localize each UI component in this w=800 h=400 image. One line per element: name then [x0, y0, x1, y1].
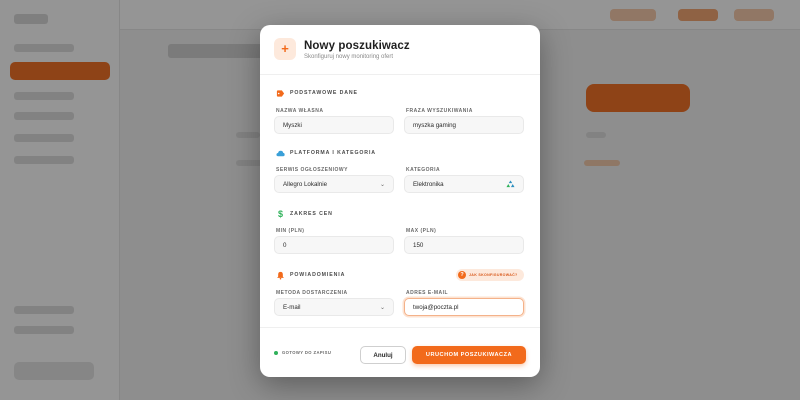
section-basic-header: Podstawowe dane [276, 88, 358, 98]
modal-subtitle: Skonfiguruj nowy monitoring ofert [304, 54, 394, 60]
section-basic-title: Podstawowe dane [290, 90, 358, 96]
phrase-label: Fraza wyszukiwania [406, 108, 473, 114]
method-select[interactable]: E-mail ⌄ [274, 298, 394, 316]
category-select-value: Elektronika [413, 180, 444, 188]
new-seeker-modal: + Nowy poszukiwacz Skonfiguruj nowy moni… [260, 25, 540, 377]
help-link[interactable]: ? Jak skonfigurować? [456, 269, 524, 281]
chevron-down-icon: ⌄ [379, 181, 385, 188]
tag-icon [276, 89, 285, 97]
shapes-icon [506, 180, 515, 188]
bell-icon [277, 271, 284, 280]
status-dot-icon [274, 350, 278, 355]
modal-header: + Nowy poszukiwacz Skonfiguruj nowy moni… [260, 25, 540, 75]
section-price-header: $ Zakres cen [276, 209, 333, 219]
section-platform-header: Platforma i kategoria [276, 148, 376, 158]
phrase-input[interactable] [404, 116, 524, 134]
service-select[interactable]: Allegro Lokalnie ⌄ [274, 175, 394, 193]
chevron-down-icon: ⌄ [379, 304, 385, 311]
name-label: Nazwa własna [276, 108, 324, 114]
method-label: Metoda dostarczenia [276, 290, 348, 296]
service-label: Serwis ogłoszeniowy [276, 167, 348, 173]
service-select-value: Allegro Lokalnie [283, 180, 328, 188]
min-price-input[interactable] [274, 236, 394, 254]
email-input[interactable] [404, 298, 524, 316]
cancel-button[interactable]: Anuluj [360, 346, 406, 364]
category-label: Kategoria [406, 167, 441, 173]
method-select-value: E-mail [283, 303, 301, 311]
help-link-label: Jak skonfigurować? [469, 273, 518, 277]
plus-icon: + [274, 38, 296, 60]
question-icon: ? [458, 271, 466, 279]
modal-footer: Gotowy do zapisu Anuluj Uruchom poszukiw… [260, 327, 540, 377]
cloud-icon [276, 150, 285, 156]
save-status-text: Gotowy do zapisu [282, 350, 332, 355]
category-select[interactable]: Elektronika [404, 175, 524, 193]
modal-title: Nowy poszukiwacz [304, 40, 410, 52]
name-input[interactable] [274, 116, 394, 134]
section-notifications-header: Powiadomienia [276, 270, 345, 280]
section-notifications-title: Powiadomienia [290, 272, 346, 278]
max-price-label: Max (PLN) [406, 228, 437, 234]
save-status: Gotowy do zapisu [274, 350, 331, 355]
min-price-label: Min (PLN) [276, 228, 305, 234]
max-price-input[interactable] [404, 236, 524, 254]
section-platform-title: Platforma i kategoria [290, 150, 376, 156]
email-label: Adres e-mail [406, 290, 449, 296]
dollar-icon: $ [277, 208, 283, 219]
section-price-title: Zakres cen [290, 211, 333, 217]
start-seeker-button[interactable]: Uruchom poszukiwacza [412, 346, 526, 364]
